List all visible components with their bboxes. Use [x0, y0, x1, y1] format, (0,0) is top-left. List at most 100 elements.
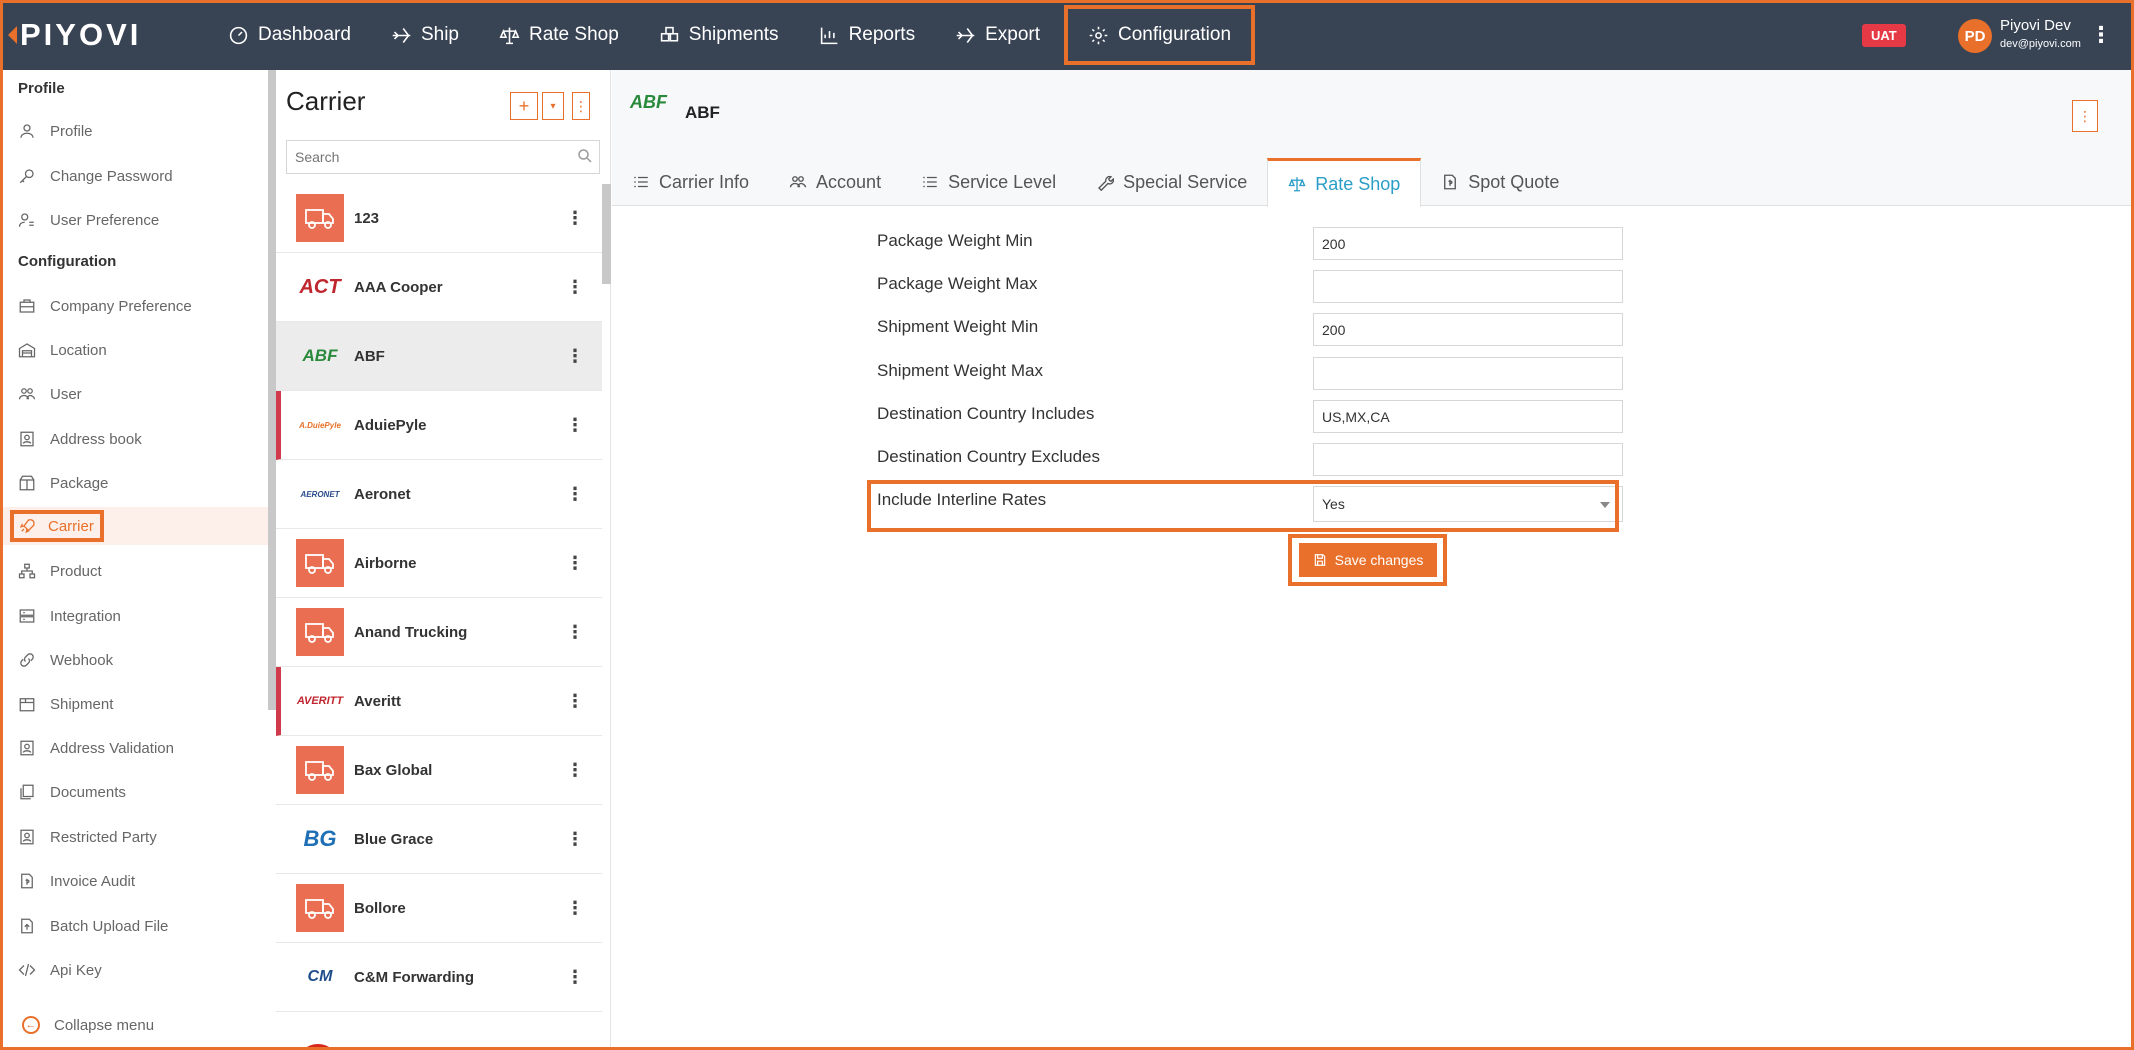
- env-badge: UAT: [1862, 24, 1906, 47]
- sidebar-item-address-book[interactable]: Address book: [14, 420, 264, 458]
- carrier-row-kebab-icon[interactable]: ⋮: [566, 898, 584, 919]
- truck-icon: [296, 746, 344, 794]
- sidebar-scrollbar[interactable]: [268, 70, 276, 710]
- cm-forwarding-logo: CM: [307, 968, 333, 985]
- save-changes-button[interactable]: Save changes: [1299, 543, 1437, 577]
- carrier-row-partial[interactable]: [276, 1012, 602, 1050]
- sidebar-item-company-preference[interactable]: Company Preference: [14, 287, 264, 325]
- box-icon: [19, 698, 35, 712]
- carrier-row-airborne[interactable]: Airborne ⋮: [276, 529, 602, 598]
- wrench-icon: [1098, 175, 1115, 191]
- carrier-row-aduiepyle[interactable]: A.DuiePyle AduiePyle ⋮: [276, 391, 602, 460]
- carrier-row-kebab-icon[interactable]: ⋮: [566, 829, 584, 850]
- carrier-row-kebab-icon[interactable]: ⋮: [566, 691, 584, 712]
- destination-country-excludes-input[interactable]: [1313, 443, 1623, 476]
- shipment-weight-min-input[interactable]: 200: [1313, 313, 1623, 346]
- tab-label: Rate Shop: [1315, 173, 1401, 194]
- sidebar-item-documents[interactable]: Documents: [14, 773, 264, 811]
- carrier-row-kebab-icon[interactable]: ⋮: [566, 622, 584, 643]
- tab-account[interactable]: Account: [769, 158, 901, 206]
- sidebar-item-carrier[interactable]: Carrier: [0, 507, 268, 545]
- carrier-search-input[interactable]: [286, 140, 600, 174]
- carrier-panel-kebab-icon[interactable]: ⋮: [572, 92, 590, 120]
- sidebar-item-integration[interactable]: Integration: [14, 597, 264, 635]
- carrier-row-anand-trucking[interactable]: Anand Trucking ⋮: [276, 598, 602, 667]
- interline-rates-highlight: [867, 480, 1619, 532]
- sidebar-item-api-key[interactable]: Api Key: [14, 951, 264, 989]
- sidebar-item-label: Package: [50, 474, 109, 492]
- tab-spot-quote[interactable]: Spot Quote: [1421, 158, 1579, 206]
- piyovi-logo[interactable]: PIYOVI: [8, 17, 141, 52]
- carrier-detail-kebab-icon[interactable]: ⋮: [2072, 100, 2098, 132]
- add-carrier-dropdown-icon[interactable]: ▾: [542, 92, 564, 120]
- sidebar-item-package[interactable]: Package: [14, 464, 264, 502]
- carrier-row-aaa-cooper[interactable]: ACT AAA Cooper ⋮: [276, 253, 602, 322]
- carrier-name: Bollore: [354, 899, 406, 917]
- user-name[interactable]: Piyovi Dev: [2000, 17, 2071, 34]
- user-menu-kebab-icon[interactable]: ⋮: [2090, 22, 2112, 48]
- sidebar-item-address-validation[interactable]: Address Validation: [14, 729, 264, 767]
- tab-rate-shop[interactable]: Rate Shop: [1267, 158, 1422, 207]
- carrier-row-bax-global[interactable]: Bax Global ⋮: [276, 736, 602, 805]
- carrier-row-blue-grace[interactable]: BG Blue Grace ⋮: [276, 805, 602, 874]
- sidebar-item-batch-upload-file[interactable]: Batch Upload File: [14, 907, 264, 945]
- field-label: Destination Country Includes: [877, 404, 1095, 423]
- sidebar-item-restricted-party[interactable]: Restricted Party: [14, 818, 264, 856]
- carrier-row-abf[interactable]: ABF ABF ⋮: [276, 322, 602, 391]
- invoice-icon: [21, 873, 33, 889]
- nav-dashboard[interactable]: Dashboard: [208, 0, 371, 70]
- tab-label: Service Level: [948, 171, 1057, 192]
- field-label: Package Weight Min: [877, 231, 1033, 250]
- carrier-row-bollore[interactable]: Bollore ⋮: [276, 874, 602, 943]
- carrier-row-kebab-icon[interactable]: ⋮: [566, 967, 584, 988]
- plane-icon: [956, 27, 975, 43]
- sidebar-item-webhook[interactable]: Webhook: [14, 641, 264, 679]
- carrier-name: Anand Trucking: [354, 623, 468, 641]
- sidebar-item-label: Change Password: [50, 167, 173, 185]
- carrier-row-kebab-icon[interactable]: ⋮: [566, 277, 584, 298]
- key-icon: [19, 169, 34, 184]
- package-weight-min-input[interactable]: 200: [1313, 227, 1623, 260]
- sidebar-item-user-preference[interactable]: User Preference: [14, 201, 264, 239]
- user-avatar[interactable]: PD: [1958, 19, 1992, 53]
- collapse-menu-button[interactable]: ← Collapse menu: [22, 1016, 154, 1034]
- nav-configuration[interactable]: Configuration: [1064, 5, 1256, 65]
- carrier-row-kebab-icon[interactable]: ⋮: [566, 415, 584, 436]
- sidebar-item-user[interactable]: User: [14, 375, 264, 413]
- carrier-tabs: Carrier Info Account Service Level Speci…: [612, 158, 1579, 207]
- nav-label: Dashboard: [258, 24, 351, 45]
- carrier-row-cm-forwarding[interactable]: CM C&M Forwarding ⋮: [276, 943, 602, 1012]
- users-icon: [18, 388, 36, 400]
- nav-reports[interactable]: Reports: [799, 0, 936, 70]
- carrier-row-averitt[interactable]: AVERITT Averitt ⋮: [276, 667, 602, 736]
- sidebar-item-invoice-audit[interactable]: Invoice Audit: [14, 862, 264, 900]
- shipment-weight-max-input[interactable]: [1313, 357, 1623, 390]
- carrier-row-kebab-icon[interactable]: ⋮: [566, 553, 584, 574]
- field-destination-country-includes: Destination Country Includes US,MX,CA: [877, 400, 1623, 434]
- nav-rate-shop[interactable]: Rate Shop: [479, 0, 639, 70]
- carrier-row-kebab-icon[interactable]: ⋮: [566, 346, 584, 367]
- tab-service-level[interactable]: Service Level: [901, 158, 1076, 206]
- destination-country-includes-input[interactable]: US,MX,CA: [1313, 400, 1623, 433]
- tab-special-service[interactable]: Special Service: [1076, 158, 1267, 206]
- carrier-detail-header: ABF ABF ⋮ Carrier Info Account Service L…: [612, 70, 2134, 207]
- add-carrier-button[interactable]: +: [510, 92, 538, 120]
- carrier-list-scrollbar[interactable]: [602, 184, 611, 284]
- carrier-row-123[interactable]: 123 ⋮: [276, 184, 602, 253]
- sidebar-item-change-password[interactable]: Change Password: [14, 157, 264, 195]
- sidebar-item-profile[interactable]: Profile: [14, 112, 264, 150]
- sidebar-item-product[interactable]: Product: [14, 552, 264, 590]
- nav-export[interactable]: Export: [935, 0, 1060, 70]
- tab-carrier-info[interactable]: Carrier Info: [612, 158, 769, 206]
- carrier-row-aeronet[interactable]: AERONET Aeronet ⋮: [276, 460, 602, 529]
- carrier-name: ABF: [354, 347, 385, 365]
- package-weight-max-input[interactable]: [1313, 270, 1623, 303]
- field-label: Shipment Weight Min: [877, 317, 1039, 336]
- sidebar-item-shipment[interactable]: Shipment: [14, 685, 264, 723]
- nav-shipments[interactable]: Shipments: [639, 0, 799, 70]
- carrier-row-kebab-icon[interactable]: ⋮: [566, 208, 584, 229]
- carrier-row-kebab-icon[interactable]: ⋮: [566, 484, 584, 505]
- sidebar-item-location[interactable]: Location: [14, 331, 264, 369]
- nav-ship[interactable]: Ship: [371, 0, 479, 70]
- carrier-row-kebab-icon[interactable]: ⋮: [566, 760, 584, 781]
